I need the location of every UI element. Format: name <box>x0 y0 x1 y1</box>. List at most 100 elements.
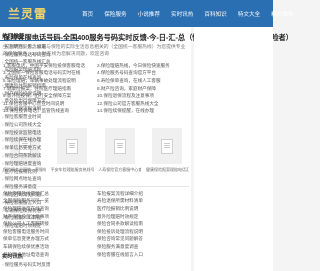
thumbnail-caption[interactable]: 人寿保险官方客服中心查询 <box>98 167 141 173</box>
sidebar-item[interactable]: › 保险服务号码实时反馈 <box>2 261 78 269</box>
list-item[interactable]: 8.财产险咨询，家庭财产保障 <box>97 86 191 92</box>
nav-item-news[interactable]: 实时讯热 <box>171 10 193 18</box>
thumbnail-card[interactable]: 健康保险报案理赔电话汇总 <box>146 128 189 176</box>
sidebar-item-label: 财产保险投保说明 <box>4 90 42 96</box>
sidebar-item-label: 保险投诉监管电话 <box>4 129 42 135</box>
bullet-icon: › <box>2 106 4 112</box>
sidebar-list-secondary: › 保险服务号码实时反馈 <box>2 261 78 269</box>
list-item[interactable]: 保险咨询常见问题解答 <box>97 236 191 242</box>
nav-item-home[interactable]: 首页 <box>82 10 93 18</box>
site-logo[interactable]: 兰灵雷 <box>8 5 47 22</box>
sidebar-item[interactable]: › 保险网点地址查询 <box>2 176 78 184</box>
sidebar-item[interactable]: › 保险公司热线大全 <box>2 121 78 129</box>
bullet-icon: › <box>2 223 4 229</box>
thumbnail-card[interactable]: 人寿保险官方客服中心查询 <box>98 128 141 176</box>
nav-menu: 首页 保险服务 小说推荐 实时讯热 百科知识 特文大全 精彩推荐 <box>82 0 305 27</box>
bullet-icon: › <box>2 67 4 73</box>
list-item[interactable]: 车辆保险续保优惠活动 <box>3 244 97 250</box>
sidebar-item[interactable]: › 健康险住院报销指南 <box>2 82 78 90</box>
bullet-icon: › <box>2 114 4 120</box>
list-item[interactable]: 车险报案流程详细介绍 <box>97 191 191 197</box>
sidebar-item[interactable]: › 保险服务满意度 <box>2 183 78 191</box>
list-row: 车辆保险续保优惠活动 保险服务满意度调查 <box>3 243 191 251</box>
sidebar-item-label: 保险咨询常见问题 <box>4 192 42 198</box>
thumbnail-caption[interactable]: 健康保险报案理赔电话汇总 <box>146 167 189 173</box>
sidebar <box>194 27 273 271</box>
sidebar-item-label: 保险客服人工转接 <box>4 215 42 221</box>
sidebar-item-label: 保险合同条款解读 <box>4 153 42 159</box>
list-item[interactable]: 保险客服在线留言入口 <box>97 252 191 258</box>
sidebar-item[interactable]: › 保险投诉监管电话 <box>2 129 78 137</box>
bullet-icon: › <box>2 200 4 206</box>
list-item[interactable]: 14.保险续保提醒，在线办理 <box>97 108 191 114</box>
sidebar-item[interactable]: › 保险理赔进度查询 <box>2 160 78 168</box>
list-item[interactable]: 保险服务满意度调查 <box>97 244 191 250</box>
list-item[interactable]: 2.保险理赔热线，今日保险快速服务 <box>97 63 191 69</box>
bullet-icon: › <box>2 75 4 81</box>
sidebar-item[interactable]: › 车险报案理赔流程 <box>2 66 78 74</box>
sidebar-item[interactable]: › 医疗险报销比例 <box>2 168 78 176</box>
sidebar-heading-underline <box>0 40 79 41</box>
sidebar-item[interactable]: › 保险续保在线办理 <box>2 137 78 145</box>
sidebar-item-label: 保险续保在线办理 <box>4 137 42 143</box>
sidebar-item-label: 车辆保险续保优惠 <box>4 207 42 213</box>
list-item[interactable]: 意外险理赔时效规定 <box>97 214 191 220</box>
list-item[interactable]: 12.保险公司官方客服热线大全 <box>97 101 191 107</box>
nav-item-articles[interactable]: 特文大全 <box>238 10 260 18</box>
sidebar-item[interactable]: › 保险理赔时效规定 <box>2 222 78 230</box>
bullet-icon: › <box>2 215 4 221</box>
sidebar-item-label: 车险报案理赔流程 <box>4 67 42 73</box>
list-item[interactable]: 保险投诉处理流程说明 <box>97 229 191 235</box>
sidebar-item[interactable]: › 意外险出行保障方案 <box>2 98 78 106</box>
nav-item-novels[interactable]: 小说推荐 <box>138 10 160 18</box>
sidebar-item[interactable]: › 保单信息变更方式 <box>2 144 78 152</box>
sidebar-item[interactable]: › 车辆保险续保优惠 <box>2 207 78 215</box>
sidebar-item[interactable]: › 保险咨询常见问题 <box>2 191 78 199</box>
bullet-icon: › <box>2 184 4 190</box>
sidebar-item[interactable]: › 天涯明月，思念如潮 <box>2 43 78 51</box>
sidebar-item-label: 天涯明月，思念如潮 <box>4 43 46 49</box>
document-icon <box>161 138 174 154</box>
bullet-icon: › <box>2 83 4 89</box>
sidebar-item-label: 保险理赔时效规定 <box>4 223 42 229</box>
bullet-icon: › <box>2 192 4 198</box>
thumbnail-image[interactable] <box>104 128 135 164</box>
bullet-icon: › <box>2 145 4 151</box>
sidebar-item[interactable]: › 保险客服营业时间 <box>2 113 78 121</box>
nav-item-wiki[interactable]: 百科知识 <box>204 10 226 18</box>
sidebar-item[interactable]: › 保险合同条款解读 <box>2 152 78 160</box>
list-item[interactable]: 4.保险服务号码查询官方平台 <box>97 70 191 76</box>
list-item[interactable]: 6.寿险保单查询，在线人工客服 <box>97 78 191 84</box>
bullet-icon: › <box>2 262 4 268</box>
top-nav-bar: 兰灵雷 首页 保险服务 小说推荐 实时讯热 百科知识 特文大全 精彩推荐 <box>0 0 294 27</box>
sidebar-item-label: 保险公司热线大全 <box>4 121 42 127</box>
bullet-icon: › <box>2 59 4 65</box>
list-item[interactable]: 保单信息变更办理方式 <box>3 236 97 242</box>
sidebar-item-label: 健康险住院报销指南 <box>4 82 46 88</box>
nav-item-featured[interactable]: 精彩推荐 <box>271 10 293 18</box>
sidebar-item-label: 保险服务电话号码查询 <box>4 51 51 57</box>
sidebar-item[interactable]: › 保险服务电话号码查询 <box>2 51 78 59</box>
sidebar-item-label: 保险网点地址查询 <box>4 176 42 182</box>
sidebar-item[interactable]: › 保险客服人工转接 <box>2 215 78 223</box>
bullet-icon: › <box>2 98 4 104</box>
sidebar-item[interactable]: › 财产保险投保说明 <box>2 90 78 98</box>
sidebar-item[interactable]: › 全国统一客服热线汇总 <box>2 59 78 67</box>
sidebar-item-label: 医疗险报销比例 <box>4 168 37 174</box>
list-row: 保单信息变更办理方式 保险咨询常见问题解答 <box>3 236 191 244</box>
bullet-icon: › <box>2 153 4 159</box>
thumbnail-image[interactable] <box>152 128 183 164</box>
document-icon <box>113 138 126 154</box>
sidebar-item-label: 保险理赔进度查询 <box>4 160 42 166</box>
nav-item-insurance[interactable]: 保险服务 <box>104 10 126 18</box>
sidebar-item-label: 寿险保单在线查询 <box>4 75 42 81</box>
bullet-icon: › <box>2 122 4 128</box>
sidebar-item[interactable]: › 保险客服留言入口 <box>2 199 78 207</box>
list-item[interactable]: 寿险退保所需材料清单 <box>97 198 191 204</box>
list-item[interactable]: 保险合同条款解读指南 <box>97 221 191 227</box>
list-item[interactable]: 10.保险退保流程及注意事项 <box>97 93 191 99</box>
sidebar-item[interactable]: › 寿险保单在线查询 <box>2 74 78 82</box>
list-row: 保险网点地址电话查询 保险客服在线留言入口 <box>3 251 191 259</box>
sidebar-item[interactable]: › 保险退保流程详解 <box>2 105 78 113</box>
list-item[interactable]: 医疗险报销比例说明 <box>97 206 191 212</box>
